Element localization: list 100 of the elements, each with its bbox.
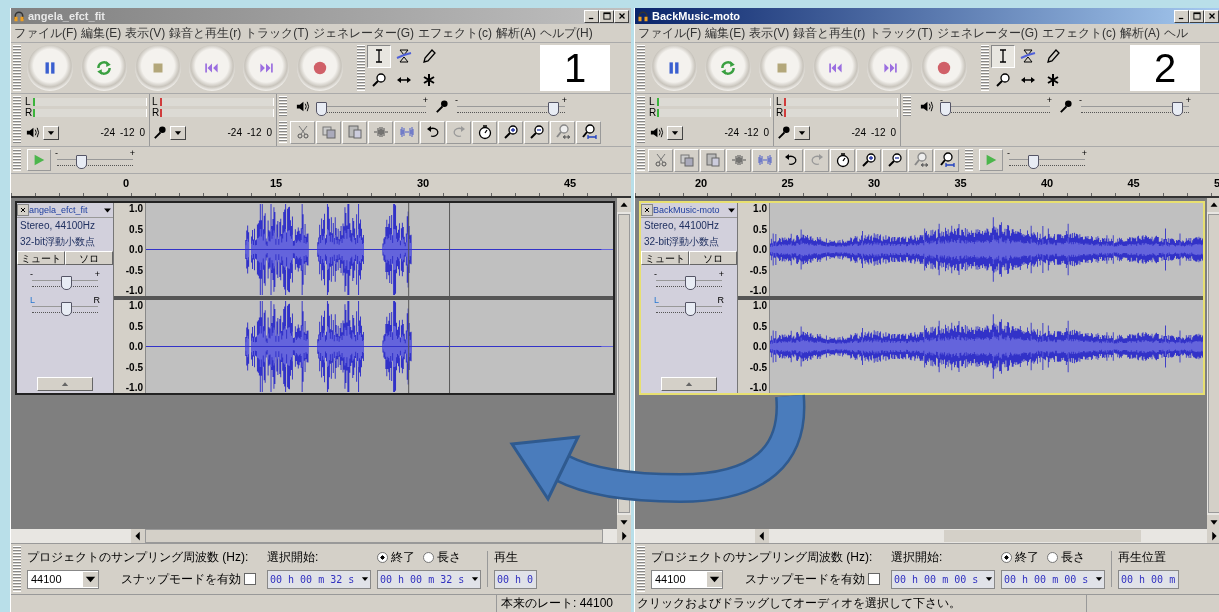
toolbar-grip[interactable] [637, 96, 645, 144]
menu-item[interactable]: トラック(T) [869, 24, 933, 42]
scroll-left-icon[interactable] [755, 529, 769, 543]
slider-thumb[interactable] [1172, 101, 1184, 116]
play-loop-button[interactable] [705, 45, 751, 91]
scroll-up-icon[interactable] [617, 198, 631, 212]
menu-item[interactable]: ジェネレーター(G) [312, 24, 414, 42]
radio-button[interactable] [1001, 552, 1012, 563]
menu-item[interactable]: 録音と再生(r) [169, 24, 242, 42]
toolbar-grip[interactable] [13, 96, 21, 144]
trim-button[interactable] [726, 148, 751, 172]
radio-button[interactable] [423, 552, 434, 563]
track-name-menu[interactable]: angela_efct_fit [29, 205, 102, 215]
menu-item[interactable]: 解析(A) [496, 24, 536, 42]
snap-checkbox[interactable] [868, 573, 880, 585]
record-button[interactable] [921, 45, 967, 91]
toolbar-grip[interactable] [965, 149, 973, 171]
slider-thumb[interactable] [940, 101, 952, 116]
toolbar-grip[interactable] [13, 45, 21, 91]
zoom-out-button[interactable] [882, 148, 907, 172]
meter-dropdown-button[interactable] [794, 125, 810, 140]
zoom-in-button[interactable] [498, 120, 523, 144]
zoom-in-button[interactable] [856, 148, 881, 172]
menu-item[interactable]: ファイル(F) [638, 24, 702, 42]
menu-item[interactable]: ヘル [1164, 24, 1188, 42]
time-field[interactable]: 00 h 0 [494, 569, 538, 589]
track-name-menu[interactable]: BackMusic-moto [653, 205, 726, 215]
output-volume-slider[interactable] [942, 105, 1050, 113]
toolbar-grip[interactable] [903, 96, 911, 117]
audio-track[interactable]: angela_efct_fit Stereo, 44100Hz 32-bit浮動小数点 ミュート ソロ - + L R 1.0 0.5 0.0 -0.5 -1.0 1.0 0.5 0.0 -0.5 -1.0 [15, 201, 615, 395]
silence-button[interactable] [752, 148, 777, 172]
fit-project-button[interactable] [934, 148, 959, 172]
menu-item[interactable]: ファイル(F) [14, 24, 78, 42]
zoom-out-button[interactable] [524, 120, 549, 144]
slider-thumb[interactable] [685, 276, 696, 290]
sample-rate-dropdown[interactable]: 44100 [27, 569, 99, 589]
radio-label[interactable]: 長さ [1061, 549, 1085, 566]
silence-button[interactable] [394, 120, 419, 144]
slider-thumb[interactable] [316, 101, 328, 116]
scrollbar-thumb[interactable] [1208, 214, 1219, 513]
input-volume-slider[interactable] [457, 105, 565, 113]
scrollbar-thumb[interactable] [618, 214, 630, 513]
menu-item[interactable]: エフェクト(c) [1042, 24, 1116, 42]
play-loop-button[interactable] [81, 45, 127, 91]
solo-button[interactable]: ソロ [689, 251, 737, 265]
output-volume-slider[interactable] [318, 105, 426, 113]
meter-dropdown-button[interactable] [170, 125, 186, 140]
undo-button[interactable] [778, 148, 803, 172]
radio-button[interactable] [377, 552, 388, 563]
menu-item[interactable]: 解析(A) [1120, 24, 1160, 42]
scroll-left-icon[interactable] [131, 529, 145, 543]
scroll-up-icon[interactable] [1207, 198, 1219, 212]
slider-thumb[interactable] [61, 302, 72, 316]
menu-item[interactable]: トラック(T) [245, 24, 309, 42]
menu-item[interactable]: 表示(V) [749, 24, 790, 42]
toolbar-grip[interactable] [637, 149, 645, 171]
play-at-speed-button[interactable] [27, 149, 51, 171]
toolbar-grip[interactable] [357, 45, 365, 91]
menu-item[interactable]: 録音と再生(r) [793, 24, 866, 42]
scroll-down-icon[interactable] [1207, 515, 1219, 529]
paste-button[interactable] [700, 148, 725, 172]
fit-project-button[interactable] [576, 120, 601, 144]
maximize-button[interactable] [1189, 9, 1204, 23]
toolbar-grip[interactable] [637, 45, 645, 91]
pause-button[interactable] [27, 45, 73, 91]
selection-tool-button[interactable] [367, 44, 391, 68]
sync-lock-button[interactable] [830, 148, 855, 172]
vertical-scrollbar[interactable] [617, 198, 631, 529]
slider-thumb[interactable] [548, 101, 560, 116]
menu-item[interactable]: 表示(V) [125, 24, 166, 42]
fit-selection-button[interactable] [550, 120, 575, 144]
copy-button[interactable] [674, 148, 699, 172]
menu-item[interactable]: 編集(E) [81, 24, 122, 42]
menu-item[interactable]: エフェクト(c) [418, 24, 492, 42]
scrollbar-thumb[interactable] [145, 529, 603, 543]
slider-thumb[interactable] [61, 276, 72, 290]
toolbar-grip[interactable] [981, 45, 989, 91]
input-volume-slider[interactable] [1081, 105, 1189, 113]
slider-thumb[interactable] [75, 155, 87, 169]
solo-button[interactable]: ソロ [65, 251, 113, 265]
play-at-speed-button[interactable] [979, 149, 1003, 171]
scroll-down-icon[interactable] [617, 515, 631, 529]
snap-checkbox[interactable] [244, 573, 256, 585]
toolbar-grip[interactable] [13, 149, 21, 171]
mute-button[interactable]: ミュート [17, 251, 65, 265]
slider-thumb[interactable] [1027, 155, 1039, 169]
meter-dropdown-button[interactable] [667, 125, 683, 140]
menu-item[interactable]: ヘルプ(H) [540, 24, 593, 42]
time-field[interactable]: 00 h 00 m [1118, 569, 1180, 589]
collapse-button[interactable] [661, 377, 717, 391]
skip-to-start-button[interactable] [189, 45, 235, 91]
scroll-right-icon[interactable] [1207, 529, 1219, 543]
vertical-scrollbar[interactable] [1207, 198, 1219, 529]
menu-item[interactable]: ジェネレーター(G) [936, 24, 1038, 42]
maximize-button[interactable] [599, 9, 614, 23]
timeline-ruler[interactable]: 0 15 30 45 [11, 173, 631, 198]
toolbar-grip[interactable] [13, 546, 21, 592]
mute-button[interactable]: ミュート [641, 251, 689, 265]
timeline-ruler[interactable]: 20 25 30 35 40 45 5 [635, 173, 1219, 198]
paste-button[interactable] [342, 120, 367, 144]
